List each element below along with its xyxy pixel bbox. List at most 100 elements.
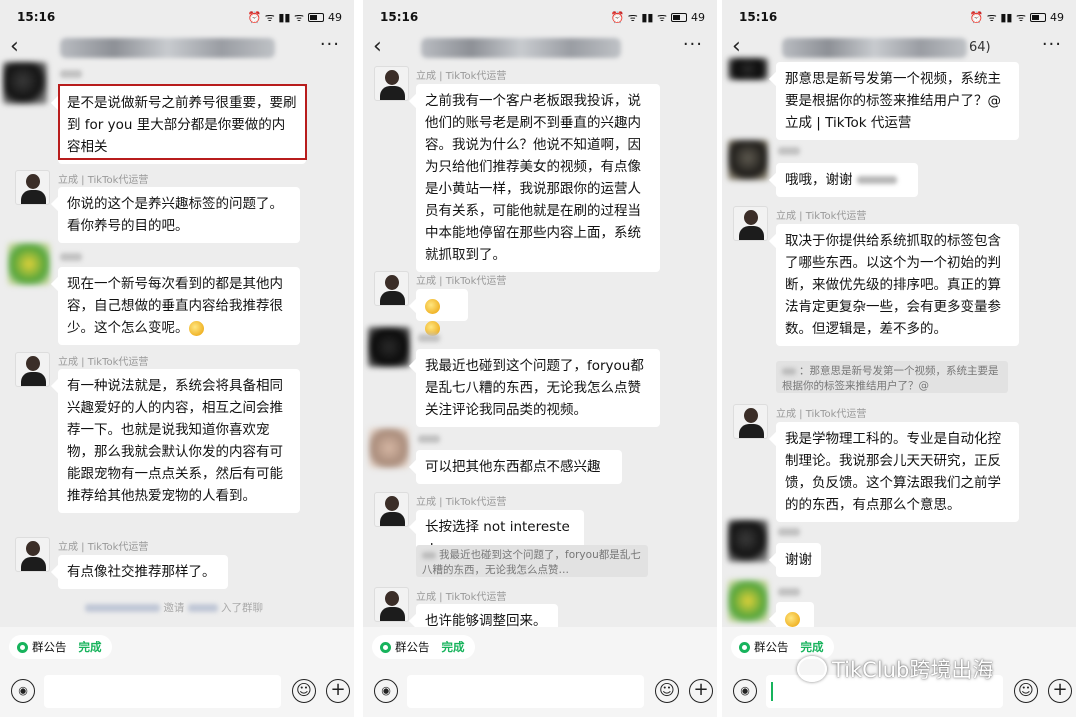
quoted-sender-blurred (422, 551, 436, 559)
voice-icon[interactable]: ◉ (733, 679, 757, 703)
avatar[interactable] (15, 537, 50, 572)
chat-title-blurred (421, 38, 621, 58)
message-input[interactable] (44, 675, 281, 708)
message-bubble[interactable]: 之前我有一个客户老板跟我投诉，说他们的账号老是刷不到垂直的兴趣内容。我说为什么？… (416, 84, 660, 272)
emoji-button-icon[interactable]: ☺ (1014, 679, 1038, 703)
notice-icon (380, 641, 391, 653)
sender-name: 立成 | TikTok代运营 (416, 71, 507, 82)
message-bubble[interactable]: 你说的这个是养兴趣标签的问题了。看你养号的目的吧。 (58, 187, 300, 243)
emoji-icon (785, 611, 800, 627)
sender-name-blurred (778, 528, 800, 536)
sender-name-blurred (418, 334, 440, 342)
sender-name-blurred (60, 253, 82, 261)
notice-icon (17, 641, 28, 653)
message-bubble[interactable]: 取决于你提供给系统抓取的标签包含了哪些东西。以这个为一个初始的判断，来做优先级的… (776, 224, 1019, 346)
group-notice-chip[interactable]: 群公告 完成 (372, 635, 475, 659)
battery-level: 49 (1050, 10, 1064, 24)
message-bubble[interactable]: 现在一个新号每次看到的都是其他内容，自己想做的垂直内容给我推荐很少。这个怎么变呢… (58, 267, 300, 345)
battery-icon (1030, 12, 1046, 22)
emoji-button-icon[interactable]: ☺ (655, 679, 679, 703)
back-arrow-icon[interactable]: ‹ (373, 36, 382, 58)
message-bubble[interactable]: 哦哦，谢谢 (776, 163, 918, 197)
voice-icon[interactable]: ◉ (11, 679, 35, 703)
avatar[interactable] (374, 492, 409, 527)
add-button-icon[interactable]: + (326, 679, 350, 703)
emoji-button-icon[interactable]: ☺ (292, 679, 316, 703)
avatar[interactable] (369, 428, 409, 468)
watermark-text: TikClub跨境出海 (832, 658, 994, 682)
avatar[interactable] (374, 271, 409, 306)
avatar[interactable] (15, 170, 50, 205)
status-time: 15:16 (739, 10, 778, 24)
system-note: 邀请 入了群聊 (85, 600, 263, 615)
system-note-suffix: 入了群聊 (221, 602, 264, 614)
voice-icon[interactable]: ◉ (374, 679, 398, 703)
chat-panel-3: 15:16 ⏰ ᯤ ▮▮ ᯤ 49 ‹ 64) ··· 那意思是新号发第一个视频，… (722, 0, 1076, 717)
message-bubble[interactable]: 那意思是新号发第一个视频，系统主要是根据你的标签来推结用户了？@立成 | Tik… (776, 62, 1019, 140)
chat-title-blurred (782, 38, 967, 58)
more-options-icon[interactable]: ··· (683, 34, 703, 55)
quoted-message[interactable]: ：那意思是新号发第一个视频，系统主要是根据你的标签来推结用户了？@ (776, 361, 1008, 393)
message-bubble[interactable]: 可以把其他东西都点不感兴趣 (416, 450, 622, 484)
sender-name: 立成 | TikTok代运营 (776, 409, 867, 420)
sender-name: 立成 | TikTok代运营 (416, 592, 507, 603)
chat-header: ‹ ··· (0, 34, 354, 64)
sender-name: 立成 | TikTok代运营 (416, 497, 507, 508)
avatar[interactable] (374, 587, 409, 622)
notice-label: 群公告 (395, 640, 430, 654)
blurred-names (187, 604, 218, 612)
chat-panel-1: 15:16 ⏰ ᯤ ▮▮ ᯤ 49 ‹ ··· 是不是说做新号之前养号很重要，要刷… (0, 0, 354, 717)
avatar[interactable] (15, 352, 50, 387)
message-text: 现在一个新号每次看到的都是其他内容，自己想做的垂直内容给我推荐很少。这个怎么变呢… (67, 276, 283, 336)
message-bubble[interactable]: 我最近也碰到这个问题了，foryou都是乱七八糟的东西，无论我怎么点赞关注评论我… (416, 349, 660, 427)
add-button-icon[interactable]: + (1048, 679, 1072, 703)
avatar[interactable] (733, 404, 768, 439)
message-bubble[interactable] (776, 602, 814, 630)
message-bubble[interactable]: 我是学物理工科的。专业是自动化控制理论。我说那会儿天天研究，正反馈，负反馈。这个… (776, 422, 1019, 522)
back-arrow-icon[interactable]: ‹ (10, 36, 19, 58)
notice-status: 完成 (800, 640, 824, 654)
avatar[interactable] (728, 58, 768, 80)
message-input[interactable] (407, 675, 644, 708)
message-bubble[interactable]: 有一种说法就是，系统会将具备相同兴趣爱好的人的内容，相互之间会推荐一下。也就是说… (58, 369, 300, 513)
system-note-prefix: 邀请 (163, 602, 185, 614)
avatar[interactable] (728, 520, 768, 562)
blurred-names (85, 604, 160, 612)
chat-header: ‹ ··· (363, 34, 717, 64)
notice-status: 完成 (441, 640, 465, 654)
wechat-logo-icon (797, 656, 827, 682)
chat-panel-2: 15:16 ⏰ ᯤ ▮▮ ᯤ 49 ‹ ··· 立成 | TikTok代运营 之前… (363, 0, 717, 717)
quoted-sender-blurred (782, 367, 796, 375)
avatar[interactable] (374, 66, 409, 101)
avatar[interactable] (728, 580, 768, 622)
emoji-icon (425, 298, 440, 314)
notice-status: 完成 (78, 640, 102, 654)
quoted-text: ：那意思是新号发第一个视频，系统主要是根据你的标签来推结用户了？@ (782, 365, 999, 392)
battery-level: 49 (328, 10, 342, 24)
message-bubble[interactable]: 谢谢 (776, 543, 821, 577)
bottom-bar: 群公告 完成 ◉ ☺ + (0, 627, 354, 717)
group-notice-chip[interactable]: 群公告 完成 (9, 635, 112, 659)
notice-label: 群公告 (32, 640, 67, 654)
status-bar: 15:16 ⏰ ᯤ ▮▮ ᯤ 49 (0, 0, 354, 34)
quoted-message[interactable]: 我最近也碰到这个问题了，foryou都是乱七八糟的东西，无论我怎么点赞… (416, 545, 648, 577)
more-options-icon[interactable]: ··· (320, 34, 340, 55)
avatar[interactable] (728, 140, 768, 180)
avatar[interactable] (368, 327, 410, 367)
avatar[interactable] (8, 243, 50, 285)
add-button-icon[interactable]: + (689, 679, 713, 703)
notice-icon (739, 641, 750, 653)
sender-name: 立成 | TikTok代运营 (776, 211, 867, 222)
member-count: 64) (969, 40, 991, 55)
message-bubble[interactable]: 有点像社交推荐那样了。 (58, 555, 228, 589)
sender-name-blurred (778, 147, 800, 155)
avatar[interactable] (3, 62, 47, 104)
message-bubble[interactable] (416, 289, 468, 336)
signal-icons: ⏰ ᯤ ▮▮ ᯤ (969, 10, 1026, 24)
sender-name: 立成 | TikTok代运营 (58, 542, 149, 553)
back-arrow-icon[interactable]: ‹ (732, 36, 741, 58)
avatar[interactable] (733, 206, 768, 241)
more-options-icon[interactable]: ··· (1042, 34, 1062, 55)
status-icons: ⏰ ᯤ ▮▮ ᯤ 49 (970, 10, 1064, 25)
battery-level: 49 (691, 10, 705, 24)
